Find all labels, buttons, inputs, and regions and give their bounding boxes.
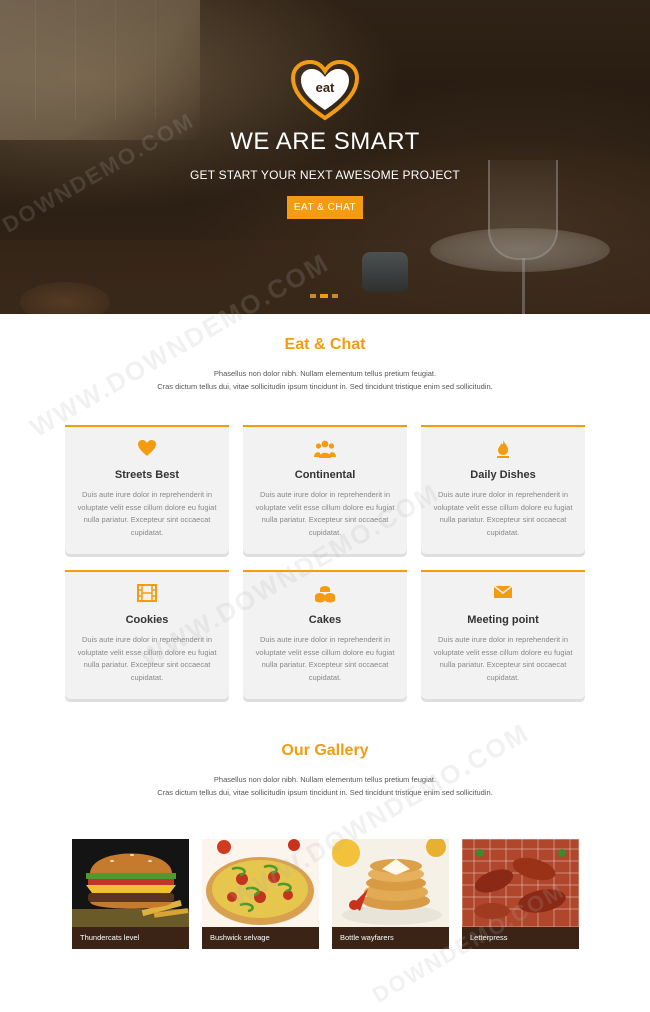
eat-and-chat-button[interactable]: EAT & CHAT	[287, 196, 363, 219]
feature-text: Duis aute irure dolor in reprehenderit i…	[433, 635, 573, 682]
gallery-title: Our Gallery	[281, 742, 369, 759]
gallery-desc-line2: Cras dictum tellus dui, vitae sollicitud…	[157, 788, 493, 797]
eat-chat-title: Eat & Chat	[284, 336, 366, 353]
slider-dot-3[interactable]	[332, 294, 338, 298]
feature-card-cakes[interactable]: Cakes Duis aute irure dolor in reprehend…	[243, 570, 407, 699]
feature-card-daily-dishes[interactable]: Daily Dishes Duis aute irure dolor in re…	[421, 425, 585, 554]
gallery-item-bushwick[interactable]: Bushwick selvage	[202, 839, 319, 949]
eat-chat-desc-line2: Cras dictum tellus dui, vitae sollicitud…	[157, 382, 493, 391]
feature-card-meeting-point[interactable]: Meeting point Duis aute irure dolor in r…	[421, 570, 585, 699]
film-icon	[65, 584, 229, 604]
feature-title: Continental	[294, 469, 356, 481]
hero-title: WE ARE SMART	[230, 128, 420, 155]
envelope-icon	[421, 584, 585, 604]
feature-title: Streets Best	[114, 469, 180, 481]
slider-dots	[310, 294, 338, 298]
feature-text: Duis aute irure dolor in reprehenderit i…	[77, 635, 217, 682]
gallery-grid: Thundercats level Bushwick selvage Bottl…	[72, 839, 580, 949]
feature-card-streets-best[interactable]: Streets Best Duis aute irure dolor in re…	[65, 425, 229, 554]
feature-text: Duis aute irure dolor in reprehenderit i…	[255, 635, 395, 682]
features-grid: Streets Best Duis aute irure dolor in re…	[65, 425, 586, 703]
feature-text: Duis aute irure dolor in reprehenderit i…	[433, 490, 573, 537]
gallery-item-thundercats[interactable]: Thundercats level	[72, 839, 189, 949]
eat-chat-desc-line1: Phasellus non dolor nibh. Nullam element…	[213, 369, 437, 378]
hero-overlay	[0, 0, 650, 314]
feature-title: Daily Dishes	[470, 469, 536, 481]
gallery-caption: Letterpress	[462, 927, 579, 949]
logo-text: eat	[316, 80, 335, 95]
feature-title: Cakes	[308, 614, 342, 626]
slider-dot-1[interactable]	[310, 294, 316, 298]
heart-icon	[65, 439, 229, 459]
pizza-image	[202, 839, 319, 927]
gallery-item-letterpress[interactable]: Letterpress	[462, 839, 579, 949]
slider-dot-2[interactable]	[320, 294, 328, 298]
coins-icon	[243, 584, 407, 604]
gallery-item-bottle-wayfarers[interactable]: Bottle wayfarers	[332, 839, 449, 949]
feature-text: Duis aute irure dolor in reprehenderit i…	[255, 490, 395, 537]
hero-subtitle: GET START YOUR NEXT AWESOME PROJECT	[190, 168, 460, 182]
feature-text: Duis aute irure dolor in reprehenderit i…	[77, 490, 217, 537]
gallery-desc-line1: Phasellus non dolor nibh. Nullam element…	[213, 775, 437, 784]
group-icon	[243, 439, 407, 459]
feature-card-cookies[interactable]: Cookies Duis aute irure dolor in reprehe…	[65, 570, 229, 699]
fire-icon	[421, 439, 585, 459]
hero-banner: eat WE ARE SMART GET START YOUR NEXT AWE…	[0, 0, 650, 314]
feature-card-continental[interactable]: Continental Duis aute irure dolor in rep…	[243, 425, 407, 554]
feature-title: Meeting point	[467, 614, 539, 626]
gallery-caption: Thundercats level	[72, 927, 189, 949]
eat-heart-logo[interactable]: eat	[291, 60, 359, 122]
pancakes-image	[332, 839, 449, 927]
burger-image	[72, 839, 189, 927]
gallery-caption: Bushwick selvage	[202, 927, 319, 949]
grilled-chicken-image	[462, 839, 579, 927]
gallery-caption: Bottle wayfarers	[332, 927, 449, 949]
feature-title: Cookies	[125, 614, 169, 626]
